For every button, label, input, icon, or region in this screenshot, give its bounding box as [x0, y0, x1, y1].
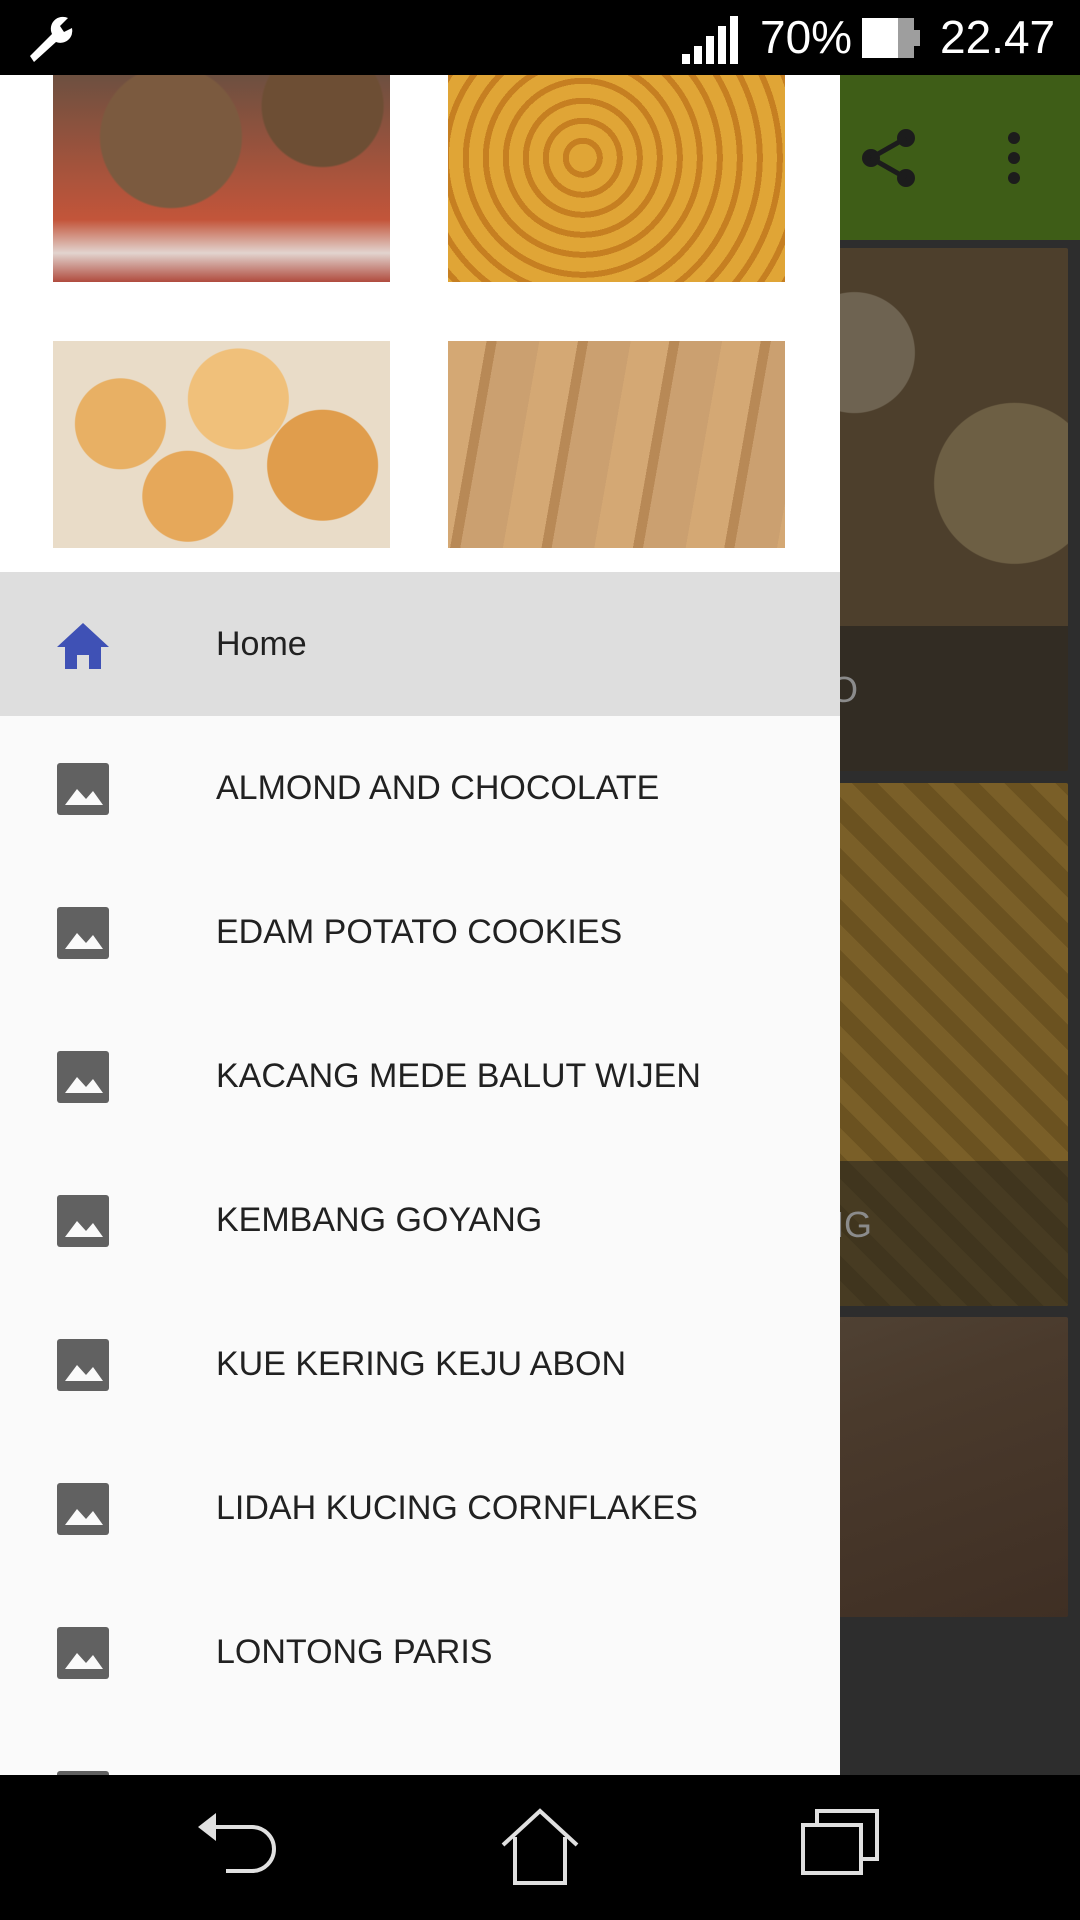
image-icon: [57, 1627, 109, 1679]
back-icon[interactable]: [192, 1805, 282, 1885]
system-navigation-bar: [0, 1775, 1080, 1920]
drawer-item-home[interactable]: Home: [0, 572, 840, 716]
drawer-item-kacang-mede-balut-wijen[interactable]: KACANG MEDE BALUT WIJEN: [0, 1004, 840, 1148]
drawer-item-lidah-kucing-cornflakes[interactable]: LIDAH KUCING CORNFLAKES: [0, 1436, 840, 1580]
share-icon[interactable]: [858, 127, 920, 189]
drawer-item-label: LIDAH KUCING CORNFLAKES: [216, 1489, 698, 1527]
drawer-item-label: LONTONG PARIS: [216, 1633, 493, 1671]
drawer-item-edam-potato-cookies[interactable]: EDAM POTATO COOKIES: [0, 860, 840, 1004]
drawer-item-kembang-goyang[interactable]: KEMBANG GOYANG: [0, 1148, 840, 1292]
home-icon: [57, 623, 109, 669]
drawer-menu: Home ALMOND AND CHOCOLATE EDAM POTATO CO…: [0, 572, 840, 1775]
kembang-goyang-thumbnail: [448, 75, 785, 282]
drawer-header: [0, 75, 840, 572]
drawer-item-label: KUE KERING KEJU ABON: [216, 1345, 626, 1383]
battery-percentage: 70%: [760, 11, 853, 63]
drawer-item-label: Home: [216, 625, 307, 663]
cookie-thumbnail: [53, 75, 390, 282]
image-icon: [57, 1483, 109, 1535]
drawer-item-almond-and-chocolate[interactable]: ALMOND AND CHOCOLATE: [0, 716, 840, 860]
image-icon: [57, 1051, 109, 1103]
battery-icon: [862, 18, 920, 58]
drawer-item-label: KEMBANG GOYANG: [216, 1201, 543, 1239]
wrench-icon: [30, 16, 73, 62]
recents-icon[interactable]: [797, 1805, 887, 1885]
signal-icon: [682, 16, 738, 64]
more-vert-icon[interactable]: [1000, 130, 1028, 186]
coconut-cookie-thumbnail: [53, 341, 390, 548]
drawer-item-kue-kering-keju-abon[interactable]: KUE KERING KEJU ABON: [0, 1292, 840, 1436]
drawer-item-label: ALMOND AND CHOCOLATE: [216, 769, 660, 807]
image-icon: [57, 907, 109, 959]
image-icon: [57, 1339, 109, 1391]
status-time: 22.47: [940, 11, 1056, 63]
lidah-kucing-thumbnail: [448, 341, 785, 548]
drawer-item-lontong-paris[interactable]: LONTONG PARIS: [0, 1580, 840, 1724]
drawer-item-label: EDAM POTATO COOKIES: [216, 913, 623, 951]
image-icon: [57, 763, 109, 815]
navigation-drawer: Home ALMOND AND CHOCOLATE EDAM POTATO CO…: [0, 75, 840, 1775]
home-nav-icon[interactable]: [495, 1805, 585, 1885]
image-icon: [57, 1195, 109, 1247]
drawer-item-partial[interactable]: [0, 1724, 840, 1775]
status-bar: 70% 22.47: [0, 0, 1080, 75]
drawer-item-label: KACANG MEDE BALUT WIJEN: [216, 1057, 701, 1095]
